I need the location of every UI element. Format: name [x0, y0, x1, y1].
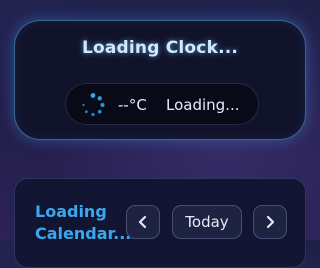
calendar-card: Loading Calendar... Today [14, 178, 306, 268]
next-month-button[interactable] [253, 205, 287, 239]
weather-status-text: Loading... [166, 96, 240, 114]
calendar-title: Loading Calendar... [35, 202, 132, 243]
today-button[interactable]: Today [172, 205, 242, 239]
temperature-readout: --°C [118, 96, 147, 114]
chevron-left-icon [138, 215, 147, 229]
loading-spinner-icon [82, 93, 105, 117]
previous-month-button[interactable] [126, 205, 160, 239]
weather-widget: --°C Loading... [65, 83, 259, 125]
clock-title: Loading Clock... [81, 38, 239, 58]
chevron-right-icon [266, 215, 275, 229]
clock-card: Loading Clock... --°C Loading... [14, 20, 306, 140]
